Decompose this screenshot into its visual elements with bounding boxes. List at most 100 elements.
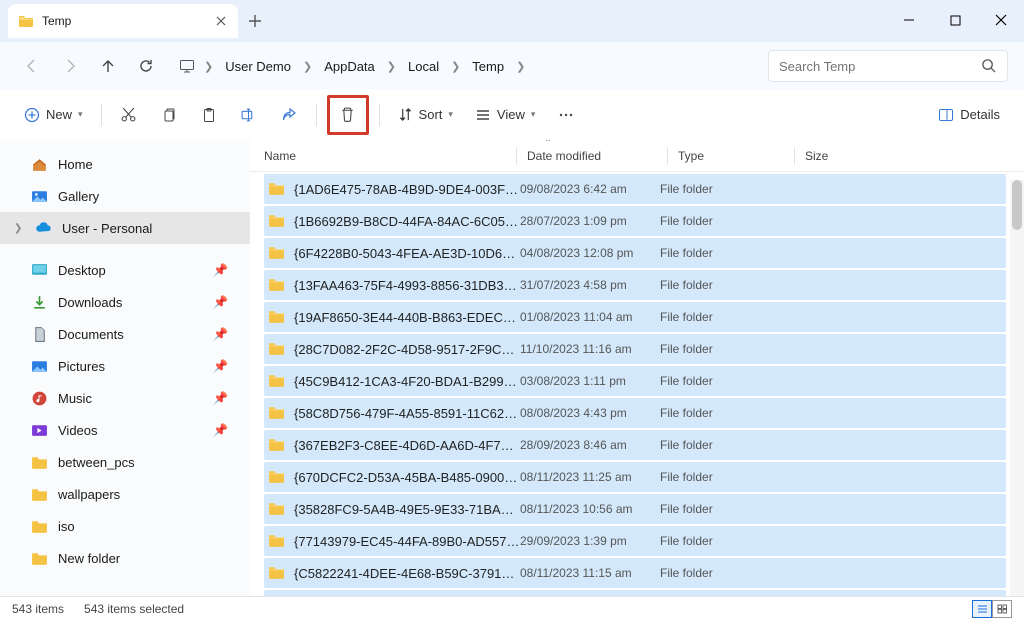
- back-button[interactable]: [16, 50, 48, 82]
- search-box[interactable]: [768, 50, 1008, 82]
- chevron-right-icon[interactable]: ❯: [14, 223, 24, 234]
- nav-iso[interactable]: iso: [0, 510, 250, 542]
- folder-icon: [268, 244, 286, 262]
- up-button[interactable]: [92, 50, 124, 82]
- nav-home[interactable]: Home: [0, 148, 250, 180]
- breadcrumb-item[interactable]: Local: [402, 55, 445, 78]
- cut-button[interactable]: [112, 98, 146, 132]
- file-date: 01/08/2023 11:04 am: [520, 310, 660, 324]
- status-bar: 543 items 543 items selected: [0, 596, 1024, 620]
- file-row[interactable]: {45C9B412-1CA3-4F20-BDA1-B299A5C09...03/…: [264, 366, 1006, 396]
- paste-button[interactable]: [192, 98, 226, 132]
- file-row[interactable]: {28C7D082-2F2C-4D58-9517-2F9C2F1D2...11/…: [264, 334, 1006, 364]
- music-icon: [30, 389, 48, 407]
- forward-button[interactable]: [54, 50, 86, 82]
- folder-icon: [268, 436, 286, 454]
- nav-user-personal[interactable]: ❯ User - Personal: [0, 212, 250, 244]
- main-area: Home Gallery ❯ User - Personal Desktop 📌…: [0, 140, 1024, 596]
- view-button[interactable]: View ▾: [467, 98, 543, 132]
- file-date: 08/11/2023 11:15 am: [520, 566, 660, 580]
- file-row[interactable]: {35828FC9-5A4B-49E5-9E33-71BAC1BED4...08…: [264, 494, 1006, 524]
- details-pane-button[interactable]: Details: [930, 98, 1008, 132]
- search-icon[interactable]: [981, 58, 997, 74]
- nav-downloads[interactable]: Downloads 📌: [0, 286, 250, 318]
- copy-button[interactable]: [152, 98, 186, 132]
- file-name: {35828FC9-5A4B-49E5-9E33-71BAC1BED4...: [294, 502, 520, 517]
- address-bar: ❯ User Demo ❯ AppData ❯ Local ❯ Temp ❯: [0, 42, 1024, 90]
- file-row[interactable]: {19AF8650-3E44-440B-B863-EDEC9B6865...01…: [264, 302, 1006, 332]
- rename-button[interactable]: [232, 98, 266, 132]
- column-headers: Name⌃ Date modified Type Size: [250, 140, 1024, 172]
- file-row[interactable]: {1AD6E475-78AB-4B9D-9DE4-003FBF9195...09…: [264, 174, 1006, 204]
- share-button[interactable]: [272, 98, 306, 132]
- column-size[interactable]: Size: [805, 149, 885, 163]
- pin-icon: 📌: [213, 295, 228, 309]
- downloads-icon: [30, 293, 48, 311]
- more-button[interactable]: [549, 98, 583, 132]
- close-window-button[interactable]: [978, 0, 1024, 40]
- file-name: {6F4228B0-5043-4FEA-AE3D-10D6DE2CF...: [294, 246, 520, 261]
- nav-videos[interactable]: Videos 📌: [0, 414, 250, 446]
- nav-pictures[interactable]: Pictures 📌: [0, 350, 250, 382]
- nav-between-pcs[interactable]: between_pcs: [0, 446, 250, 478]
- nav-desktop[interactable]: Desktop 📌: [0, 254, 250, 286]
- home-icon: [30, 155, 48, 173]
- file-list[interactable]: {1AD6E475-78AB-4B9D-9DE4-003FBF9195...09…: [250, 172, 1024, 596]
- chevron-right-icon: ❯: [383, 60, 400, 73]
- file-type: File folder: [660, 374, 776, 388]
- toolbar: New ▾ Sort ▾ View ▾ Details: [0, 90, 1024, 140]
- file-row[interactable]: {367EB2F3-C8EE-4D6D-AA6D-4F70FBC39...28/…: [264, 430, 1006, 460]
- pin-icon: 📌: [213, 423, 228, 437]
- new-button[interactable]: New ▾: [16, 98, 91, 132]
- file-row[interactable]: {670DCFC2-D53A-45BA-B485-0900844A8...08/…: [264, 462, 1006, 492]
- search-input[interactable]: [779, 59, 973, 74]
- breadcrumb-item[interactable]: AppData: [318, 55, 381, 78]
- breadcrumb-item[interactable]: Temp: [466, 55, 510, 78]
- file-date: 28/07/2023 1:09 pm: [520, 214, 660, 228]
- sort-button[interactable]: Sort ▾: [390, 98, 461, 132]
- nav-new-folder[interactable]: New folder: [0, 542, 250, 574]
- file-row[interactable]: {6F4228B0-5043-4FEA-AE3D-10D6DE2CF...04/…: [264, 238, 1006, 268]
- delete-button[interactable]: [327, 95, 369, 135]
- file-row[interactable]: {13FAA463-75F4-4993-8856-31DB34396BE...3…: [264, 270, 1006, 300]
- column-name[interactable]: Name⌃: [264, 149, 516, 163]
- column-type[interactable]: Type: [678, 149, 794, 163]
- file-date: 29/09/2023 1:39 pm: [520, 534, 660, 548]
- tab-temp[interactable]: Temp: [8, 4, 238, 38]
- nav-gallery[interactable]: Gallery: [0, 180, 250, 212]
- monitor-icon[interactable]: [176, 50, 198, 82]
- file-row[interactable]: {58C8D756-479F-4A55-8591-11C6268432...08…: [264, 398, 1006, 428]
- file-type: File folder: [660, 278, 776, 292]
- column-date[interactable]: Date modified: [527, 149, 667, 163]
- folder-icon: [30, 517, 48, 535]
- scrollbar-thumb[interactable]: [1012, 180, 1022, 230]
- nav-music[interactable]: Music 📌: [0, 382, 250, 414]
- file-row[interactable]: {C5822241-4DEE-4E68-B59C-3791D84DF7...08…: [264, 558, 1006, 588]
- tab-title: Temp: [42, 14, 206, 28]
- minimize-button[interactable]: [886, 0, 932, 40]
- nav-documents[interactable]: Documents 📌: [0, 318, 250, 350]
- file-row[interactable]: {77143979-EC45-44FA-89B0-AD55701762...29…: [264, 526, 1006, 556]
- details-view-button[interactable]: [972, 600, 992, 618]
- chevron-right-icon: ❯: [299, 60, 316, 73]
- thumbnail-view-button[interactable]: [992, 600, 1012, 618]
- chevron-down-icon: ▾: [531, 109, 536, 120]
- close-tab-icon[interactable]: [214, 14, 228, 28]
- file-name: {19AF8650-3E44-440B-B863-EDEC9B6865...: [294, 310, 520, 325]
- refresh-button[interactable]: [130, 50, 162, 82]
- breadcrumb-item[interactable]: User Demo: [219, 55, 297, 78]
- documents-icon: [30, 325, 48, 343]
- folder-icon: [268, 372, 286, 390]
- pin-icon: 📌: [213, 391, 228, 405]
- maximize-button[interactable]: [932, 0, 978, 40]
- add-tab-button[interactable]: [238, 4, 272, 38]
- nav-wallpapers[interactable]: wallpapers: [0, 478, 250, 510]
- pictures-icon: [30, 357, 48, 375]
- separator: [316, 104, 317, 126]
- folder-icon: [268, 276, 286, 294]
- file-row[interactable]: {1B6692B9-B8CD-44FA-84AC-6C057EA71...28/…: [264, 206, 1006, 236]
- file-row[interactable]: {CFE507C4-19C0-46AF-9711-844852E165...03…: [264, 590, 1006, 596]
- folder-icon: [268, 500, 286, 518]
- vertical-scrollbar[interactable]: [1010, 180, 1024, 596]
- file-name: {58C8D756-479F-4A55-8591-11C6268432...: [294, 406, 520, 421]
